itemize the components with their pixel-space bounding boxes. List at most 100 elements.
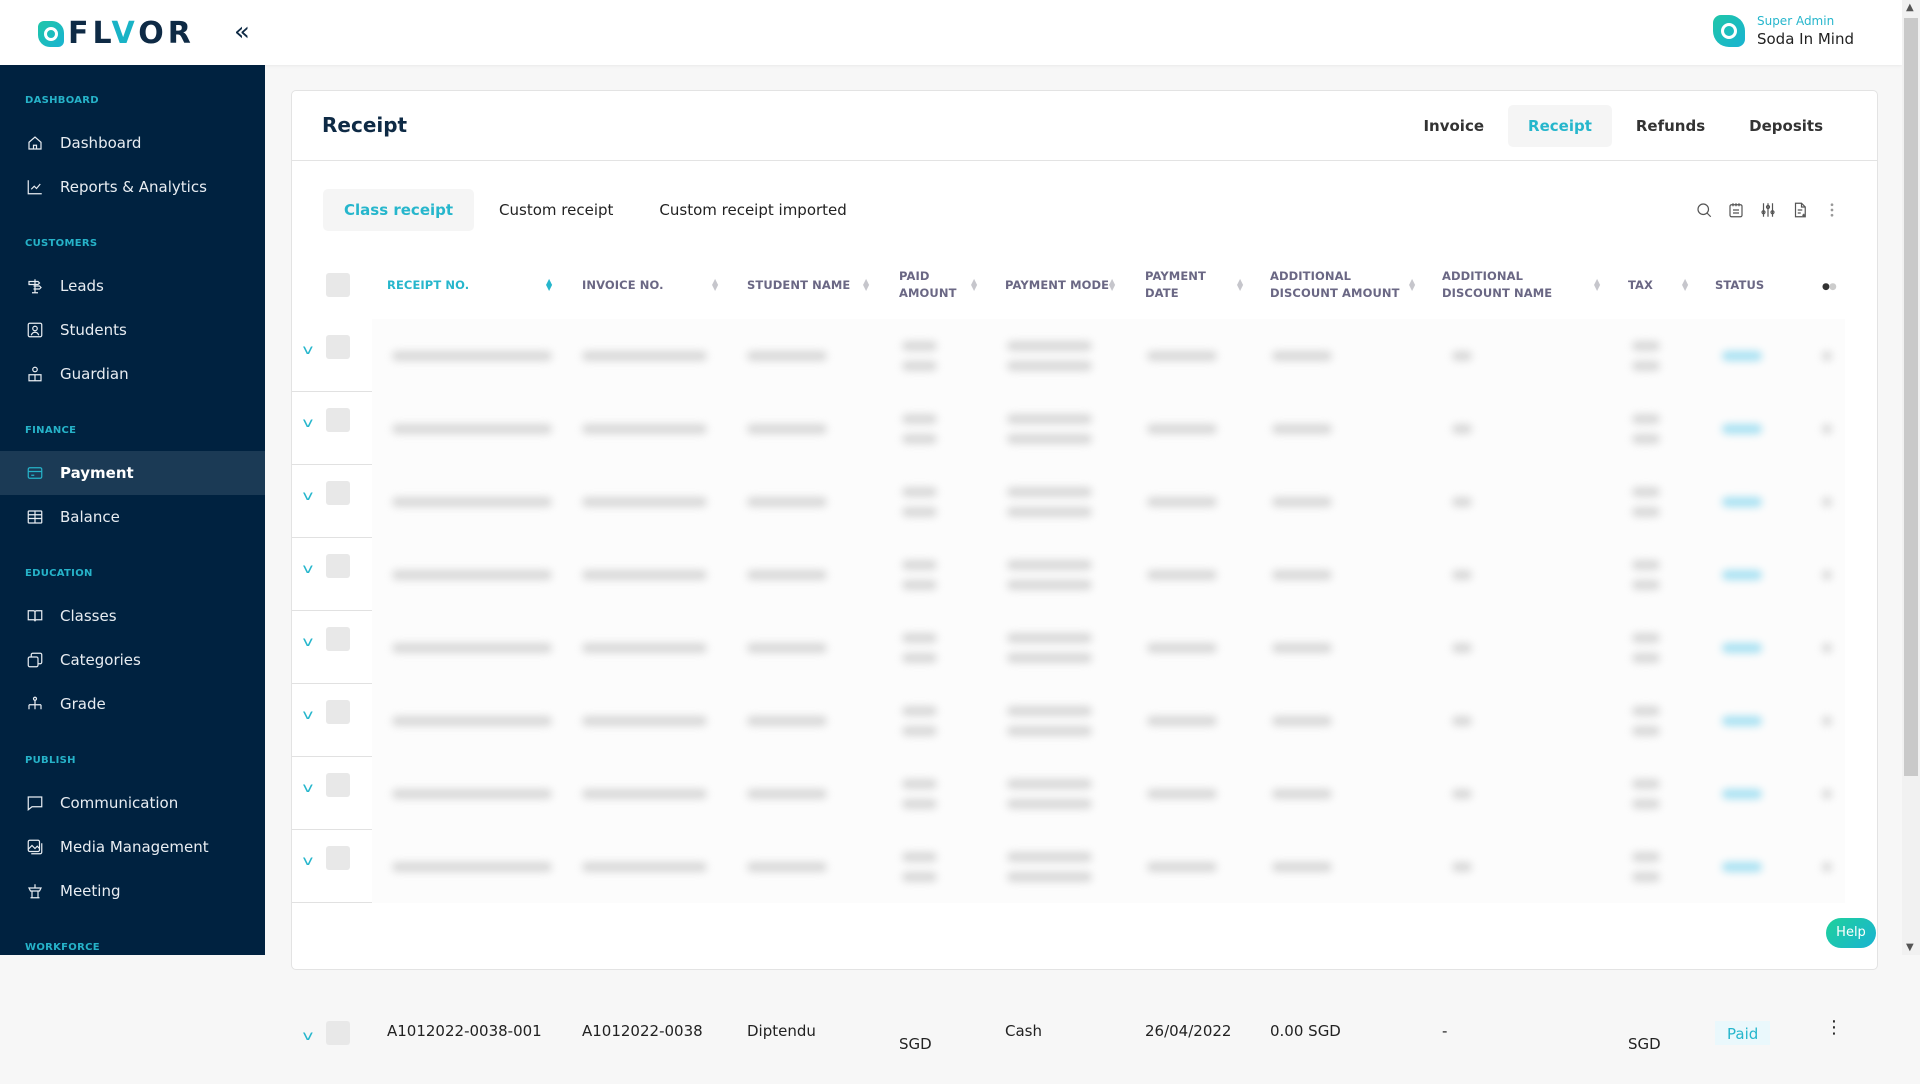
tab-refunds[interactable]: Refunds bbox=[1616, 105, 1725, 147]
search-icon[interactable] bbox=[1693, 199, 1715, 221]
sidebar-item-students[interactable]: Students bbox=[0, 308, 265, 352]
sidebar-item-communication[interactable]: Communication bbox=[0, 781, 265, 825]
sidebar-item-reports-analytics[interactable]: Reports & Analytics bbox=[0, 165, 265, 209]
redacted-cell bbox=[1822, 716, 1832, 726]
expand-row-icon[interactable]: v bbox=[302, 343, 313, 358]
row-actions-icon[interactable]: ⋮ bbox=[1825, 1017, 1843, 1038]
redacted-cell bbox=[1147, 351, 1217, 361]
table-row[interactable]: v bbox=[292, 465, 1845, 538]
table-row[interactable]: v bbox=[292, 392, 1845, 465]
redacted-cell bbox=[1632, 799, 1660, 809]
tab-class-receipt[interactable]: Class receipt bbox=[323, 189, 475, 231]
sort-icon[interactable]: ▲ ▼ bbox=[971, 278, 977, 292]
sidebar-item-grade[interactable]: Grade bbox=[0, 682, 265, 726]
sort-icon[interactable]: ▲ ▼ bbox=[1682, 278, 1688, 292]
sidebar-item-leads[interactable]: Leads bbox=[0, 264, 265, 308]
redacted-cell bbox=[902, 507, 937, 517]
help-button[interactable]: Help bbox=[1826, 918, 1876, 948]
calendar-icon[interactable] bbox=[1725, 199, 1747, 221]
redacted-cell bbox=[1147, 862, 1217, 872]
tab-custom-receipt[interactable]: Custom receipt bbox=[478, 189, 634, 231]
collapse-sidebar-icon[interactable]: « bbox=[234, 18, 250, 46]
col-receipt-no[interactable]: RECEIPT NO. bbox=[387, 251, 527, 319]
expand-row-icon[interactable]: v bbox=[302, 854, 313, 869]
expand-row-icon[interactable]: v bbox=[302, 781, 313, 796]
tab-custom-receipt-imported[interactable]: Custom receipt imported bbox=[638, 189, 867, 231]
section-label-education: EDUCATION bbox=[25, 568, 93, 579]
sidebar-item-meeting[interactable]: Meeting bbox=[0, 869, 265, 913]
row-checkbox[interactable] bbox=[326, 627, 350, 651]
sort-icon[interactable]: ▲ ▼ bbox=[1237, 278, 1243, 292]
redacted-cell bbox=[1632, 507, 1660, 517]
row-checkbox[interactable] bbox=[326, 846, 350, 870]
col-paid-amount[interactable]: PAID AMOUNT bbox=[899, 251, 971, 319]
sidebar-item-guardian[interactable]: Guardian bbox=[0, 352, 265, 396]
col-payment-date[interactable]: PAYMENT DATE bbox=[1145, 251, 1217, 319]
expand-row-icon[interactable]: v bbox=[302, 708, 313, 723]
filter-sliders-icon[interactable] bbox=[1757, 199, 1779, 221]
section-label-finance: FINANCE bbox=[25, 425, 77, 436]
page-scrollbar[interactable]: ▲ ▼ bbox=[1902, 0, 1920, 955]
section-label-customers: CUSTOMERS bbox=[25, 238, 98, 249]
flavor-logo[interactable]: FLVOR bbox=[38, 16, 195, 51]
sidebar-item-payment[interactable]: Payment bbox=[0, 451, 265, 495]
tab-invoice[interactable]: Invoice bbox=[1403, 105, 1504, 147]
col-tax[interactable]: TAX bbox=[1628, 251, 1668, 319]
row-checkbox[interactable] bbox=[326, 335, 350, 359]
row-checkbox[interactable] bbox=[326, 408, 350, 432]
redacted-cell bbox=[392, 789, 552, 799]
sort-icon[interactable]: ▲ ▼ bbox=[712, 278, 718, 292]
redacted-cell bbox=[1272, 570, 1332, 580]
redacted-cell bbox=[582, 716, 707, 726]
sort-icon[interactable]: ▲ ▼ bbox=[1594, 278, 1600, 292]
row-checkbox[interactable] bbox=[326, 700, 350, 724]
expand-row-icon[interactable]: v bbox=[302, 1029, 313, 1044]
expand-row-icon[interactable]: v bbox=[302, 489, 313, 504]
col-student-name[interactable]: STUDENT NAME bbox=[747, 251, 867, 319]
column-pager-dots[interactable]: ●● bbox=[1822, 282, 1837, 292]
tab-deposits[interactable]: Deposits bbox=[1729, 105, 1843, 147]
expand-row-icon[interactable]: v bbox=[302, 416, 313, 431]
sidebar-item-categories[interactable]: Categories bbox=[0, 638, 265, 682]
tab-receipt[interactable]: Receipt bbox=[1508, 105, 1612, 147]
row-checkbox[interactable] bbox=[326, 481, 350, 505]
table-row[interactable]: v bbox=[292, 830, 1845, 903]
receipt-no[interactable]: A1012022-0038-001 bbox=[387, 1022, 542, 1040]
row-checkbox[interactable] bbox=[326, 554, 350, 578]
sidebar-item-dashboard[interactable]: Dashboard bbox=[0, 121, 265, 165]
payment-date: 26/04/2022 bbox=[1145, 1022, 1232, 1040]
sort-icon[interactable]: ▲ ▼ bbox=[1109, 278, 1115, 292]
sidebar-item-classes[interactable]: Classes bbox=[0, 594, 265, 638]
redacted-cell bbox=[1452, 570, 1472, 580]
scroll-up-icon[interactable]: ▲ bbox=[1906, 2, 1914, 13]
sidebar-item-media-management[interactable]: Media Management bbox=[0, 825, 265, 869]
table-row[interactable]: v bbox=[292, 684, 1845, 757]
sort-icon[interactable]: ▲ ▼ bbox=[1409, 278, 1415, 292]
row-checkbox[interactable] bbox=[326, 773, 350, 797]
table-row[interactable]: v bbox=[292, 538, 1845, 611]
more-vertical-icon[interactable] bbox=[1821, 199, 1843, 221]
expand-row-icon[interactable]: v bbox=[302, 562, 313, 577]
redacted-cell bbox=[747, 716, 827, 726]
expand-row-icon[interactable]: v bbox=[302, 635, 313, 650]
col-payment-mode[interactable]: PAYMENT MODE bbox=[1005, 251, 1115, 319]
redacted-cell bbox=[902, 872, 937, 882]
table-row[interactable]: v bbox=[292, 757, 1845, 830]
col-additional-discount-name[interactable]: ADDITIONAL DISCOUNT NAME bbox=[1442, 251, 1592, 319]
col-invoice-no[interactable]: INVOICE NO. bbox=[582, 251, 702, 319]
table-row[interactable]: v bbox=[292, 611, 1845, 684]
redacted-cell bbox=[392, 862, 552, 872]
user-profile[interactable]: Super Admin Soda In Mind bbox=[1712, 13, 1854, 49]
select-all-checkbox[interactable] bbox=[326, 273, 350, 297]
sidebar-item-balance[interactable]: Balance bbox=[0, 495, 265, 539]
table-row[interactable]: v A1012022-0038-001 A1012022-0038 Dipten… bbox=[292, 1011, 1845, 1084]
scroll-down-icon[interactable]: ▼ bbox=[1906, 942, 1914, 953]
redacted-cell bbox=[1147, 789, 1217, 799]
table-row[interactable]: v bbox=[292, 319, 1845, 392]
col-additional-discount-amount[interactable]: ADDITIONAL DISCOUNT AMOUNT bbox=[1270, 251, 1405, 319]
sort-icon[interactable]: ▲ ▼ bbox=[546, 278, 552, 292]
row-checkbox[interactable] bbox=[326, 1021, 350, 1045]
scroll-thumb[interactable] bbox=[1904, 18, 1918, 776]
export-file-icon[interactable] bbox=[1789, 199, 1811, 221]
sort-icon[interactable]: ▲ ▼ bbox=[863, 278, 869, 292]
